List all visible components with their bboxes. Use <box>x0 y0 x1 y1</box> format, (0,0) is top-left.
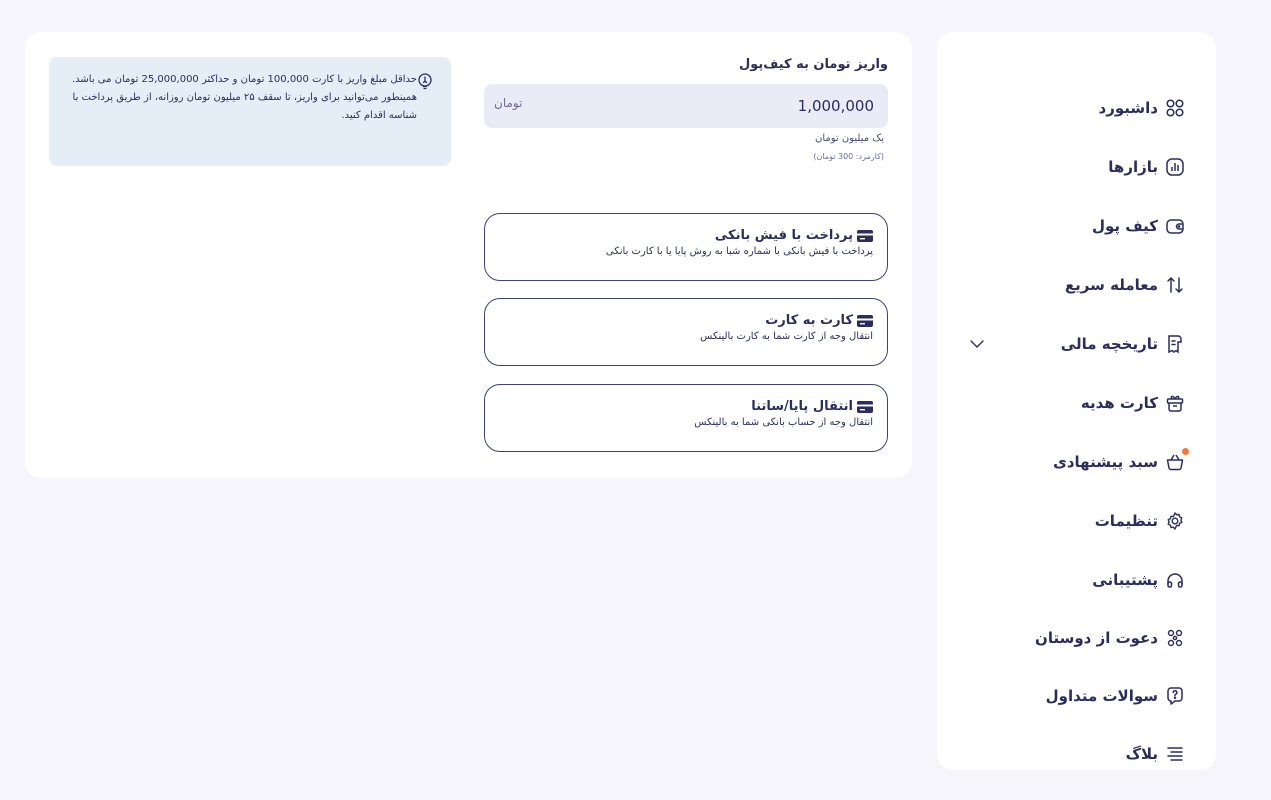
basket-icon <box>1164 448 1189 473</box>
sidebar-item-label: بلاگ <box>1125 745 1158 763</box>
invite-friends-icon <box>1164 627 1186 649</box>
method-description: پرداخت با فیش بانکی با شماره شبا به روش … <box>605 246 873 257</box>
sidebar-item-financial-history[interactable]: تاریخچه مالی <box>937 322 1216 366</box>
sidebar-item-markets[interactable]: بازارها <box>937 145 1216 189</box>
sidebar-item-support[interactable]: پشتیبانی <box>937 558 1216 602</box>
dashboard-grid-icon <box>1164 97 1186 119</box>
credit-card-icon <box>857 400 873 413</box>
notification-dot <box>1182 448 1189 455</box>
credit-card-icon <box>857 229 873 242</box>
wallet-icon <box>1164 215 1186 237</box>
sidebar-item-label: پشتیبانی <box>1092 571 1158 589</box>
sidebar-item-dashboard[interactable]: داشبورد <box>937 86 1216 130</box>
gift-icon <box>1164 392 1186 414</box>
markets-chart-icon <box>1164 156 1186 178</box>
swap-arrows-icon <box>1164 274 1186 296</box>
amount-field[interactable]: تومان <box>484 84 888 128</box>
faq-chat-icon <box>1164 685 1186 707</box>
headphones-icon <box>1164 569 1186 591</box>
amount-in-words: یک میلیون تومان <box>815 133 884 144</box>
lightbulb-icon <box>416 72 434 90</box>
deposit-title: واریز تومان به کیف‌پول <box>738 57 888 72</box>
sidebar-item-wallet[interactable]: کیف پول <box>937 204 1216 248</box>
method-title: کارت به کارت <box>765 313 853 328</box>
sidebar-item-label: تاریخچه مالی <box>1060 335 1158 353</box>
credit-card-icon <box>857 314 873 327</box>
info-text: حداقل مبلغ واریز با کارت 100,000 تومان و… <box>71 74 417 121</box>
method-paya-satna[interactable]: انتقال پایا/ساتنا انتقال وجه از حساب بان… <box>484 384 888 452</box>
sidebar-item-settings[interactable]: تنظیمات <box>937 499 1216 543</box>
sidebar-item-label: بازارها <box>1108 158 1158 176</box>
currency-unit-label: تومان <box>494 96 523 110</box>
sidebar-item-label: دعوت از دوستان <box>1035 629 1158 647</box>
method-description: انتقال وجه از حساب بانکی شما به بالینکس <box>694 417 873 428</box>
sidebar-item-label: کارت هدیه <box>1080 394 1158 412</box>
blog-lines-icon <box>1164 743 1186 765</box>
sidebar-item-label: معامله سریع <box>1064 276 1158 294</box>
info-notice: حداقل مبلغ واریز با کارت 100,000 تومان و… <box>49 57 451 166</box>
method-description: انتقال وجه از کارت شما به کارت بالینکس <box>700 331 873 342</box>
sidebar-item-label: داشبورد <box>1098 99 1158 117</box>
sidebar-item-label: سوالات متداول <box>1045 687 1158 705</box>
sidebar-item-gift-card[interactable]: کارت هدیه <box>937 381 1216 425</box>
fee-text: (کارمزد: 300 تومان) <box>813 152 884 161</box>
amount-input[interactable] <box>614 84 874 128</box>
sidebar-item-label: کیف پول <box>1092 217 1158 235</box>
sidebar: داشبورد بازارها کیف پول معامله سریع تاری… <box>937 32 1216 770</box>
sidebar-item-invite-friends[interactable]: دعوت از دوستان <box>937 616 1216 660</box>
sidebar-item-faq[interactable]: سوالات متداول <box>937 674 1216 718</box>
gear-icon <box>1164 510 1186 532</box>
method-title: پرداخت با فیش بانکی <box>714 228 853 243</box>
sidebar-item-label: تنظیمات <box>1094 512 1158 530</box>
method-title: انتقال پایا/ساتنا <box>751 399 853 414</box>
receipt-icon <box>1164 333 1186 355</box>
sidebar-item-blog[interactable]: بلاگ <box>937 732 1216 776</box>
method-card-to-card[interactable]: کارت به کارت انتقال وجه از کارت شما به ک… <box>484 298 888 366</box>
sidebar-item-suggested-basket[interactable]: سبد پیشنهادی <box>937 440 1216 484</box>
method-bank-slip[interactable]: پرداخت با فیش بانکی پرداخت با فیش بانکی … <box>484 213 888 281</box>
sidebar-item-label: سبد پیشنهادی <box>1053 453 1158 471</box>
chevron-down-icon[interactable] <box>967 334 987 354</box>
sidebar-item-quick-trade[interactable]: معامله سریع <box>937 263 1216 307</box>
